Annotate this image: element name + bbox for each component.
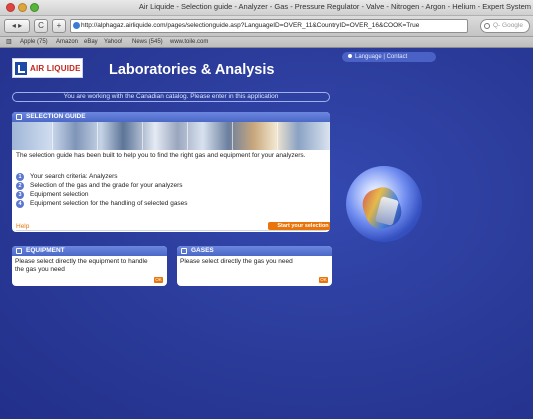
photo-divider xyxy=(52,122,53,150)
step-number-icon: 2 xyxy=(16,182,24,190)
step-item: 3 Equipment selection xyxy=(16,191,316,200)
bookmark-item[interactable]: Apple (75) xyxy=(20,37,48,48)
photo-divider xyxy=(187,122,188,150)
minimize-window-icon[interactable] xyxy=(18,3,27,12)
search-icon xyxy=(484,23,490,29)
start-selection-button[interactable]: Start your selection xyxy=(268,222,330,230)
equipment-description: Please select directly the equipment to … xyxy=(15,258,148,273)
equipment-header: EQUIPMENT xyxy=(12,246,167,256)
selection-guide-description: The selection guide has been built to he… xyxy=(16,152,306,159)
photo-divider xyxy=(232,122,233,150)
step-number-icon: 1 xyxy=(16,173,24,181)
window-icon xyxy=(16,114,22,120)
window-icon xyxy=(181,248,187,254)
gases-header: GASES xyxy=(177,246,332,256)
bookmarks-bar: ▥ Apple (75) Amazon eBay Yahoo! News (54… xyxy=(0,37,533,48)
air-liquide-logo[interactable]: AIR LIQUIDE xyxy=(12,58,83,78)
browser-toolbar: ◂ ▸ C + http://alphagaz.airliquide.com/p… xyxy=(0,16,533,37)
close-window-icon[interactable] xyxy=(6,3,15,12)
address-bar-url: http://alphagaz.airliquide.com/pages/sel… xyxy=(81,22,420,29)
step-label: Equipment selection for the handling of … xyxy=(30,200,188,207)
window-title: Air Liquide - Selection guide - Analyzer… xyxy=(138,2,531,11)
top-links-label: Language | Contact xyxy=(355,54,408,60)
window-titlebar: Air Liquide - Selection guide - Analyzer… xyxy=(0,0,533,16)
step-number-icon: 4 xyxy=(16,200,24,208)
air-liquide-mark-icon xyxy=(15,62,27,75)
zoom-window-icon[interactable] xyxy=(30,3,39,12)
gases-title: GASES xyxy=(191,247,214,254)
selection-guide-title: SELECTION GUIDE xyxy=(26,113,86,120)
site-globe-icon xyxy=(73,22,80,29)
steps-list: 1 Your search criteria: Analyzers 2 Sele… xyxy=(16,173,316,209)
gases-description: Please select directly the gas you need xyxy=(180,258,293,265)
bookmark-item[interactable]: Amazon xyxy=(56,37,78,48)
photo-divider xyxy=(142,122,143,150)
catalog-notice[interactable]: You are working with the Canadian catalo… xyxy=(12,92,330,102)
logo-text: AIR LIQUIDE xyxy=(30,64,81,73)
step-number-icon: 3 xyxy=(16,191,24,199)
bookmark-item[interactable]: eBay xyxy=(84,37,98,48)
lab-photo-banner xyxy=(12,122,330,150)
equipment-ok-button[interactable]: OK xyxy=(154,277,163,283)
gases-ok-button[interactable]: OK xyxy=(319,277,328,283)
step-label: Your search criteria: Analyzers xyxy=(30,173,118,180)
language-contact-links[interactable]: Language | Contact xyxy=(342,52,436,62)
bookmark-item[interactable]: Yahoo! xyxy=(104,37,123,48)
divider xyxy=(16,230,326,231)
bullet-icon xyxy=(348,54,352,58)
page-title: Laboratories & Analysis xyxy=(109,62,275,78)
back-forward-button[interactable]: ◂ ▸ xyxy=(4,19,30,33)
help-link[interactable]: Help xyxy=(16,223,29,230)
equipment-panel: EQUIPMENT Please select directly the equ… xyxy=(12,246,167,286)
reload-button[interactable]: C xyxy=(34,19,48,33)
window-icon xyxy=(16,248,22,254)
selection-guide-panel: SELECTION GUIDE The selection guide has … xyxy=(12,112,330,232)
page-background xyxy=(0,48,533,419)
address-bar[interactable]: http://alphagaz.airliquide.com/pages/sel… xyxy=(70,19,468,33)
search-input[interactable]: Q- Google xyxy=(480,19,530,33)
step-label: Equipment selection xyxy=(30,191,89,198)
photo-divider xyxy=(97,122,98,150)
search-placeholder: Q- Google xyxy=(493,22,523,29)
gases-panel: GASES Please select directly the gas you… xyxy=(177,246,332,286)
selection-guide-header: SELECTION GUIDE xyxy=(12,112,330,122)
photo-divider xyxy=(277,122,278,150)
step-item: 1 Your search criteria: Analyzers xyxy=(16,173,316,182)
add-bookmark-button[interactable]: + xyxy=(52,19,66,33)
step-item: 4 Equipment selection for the handling o… xyxy=(16,200,316,209)
step-item: 2 Selection of the gas and the grade for… xyxy=(16,182,316,191)
bookmarks-grid-icon[interactable]: ▥ xyxy=(6,37,12,48)
equipment-title: EQUIPMENT xyxy=(26,247,65,254)
web-page: Language | Contact AIR LIQUIDE Laborator… xyxy=(0,48,533,419)
step-label: Selection of the gas and the grade for y… xyxy=(30,182,183,189)
bookmark-item[interactable]: News (545) xyxy=(132,37,163,48)
bookmark-item[interactable]: www.toile.com xyxy=(170,37,208,48)
